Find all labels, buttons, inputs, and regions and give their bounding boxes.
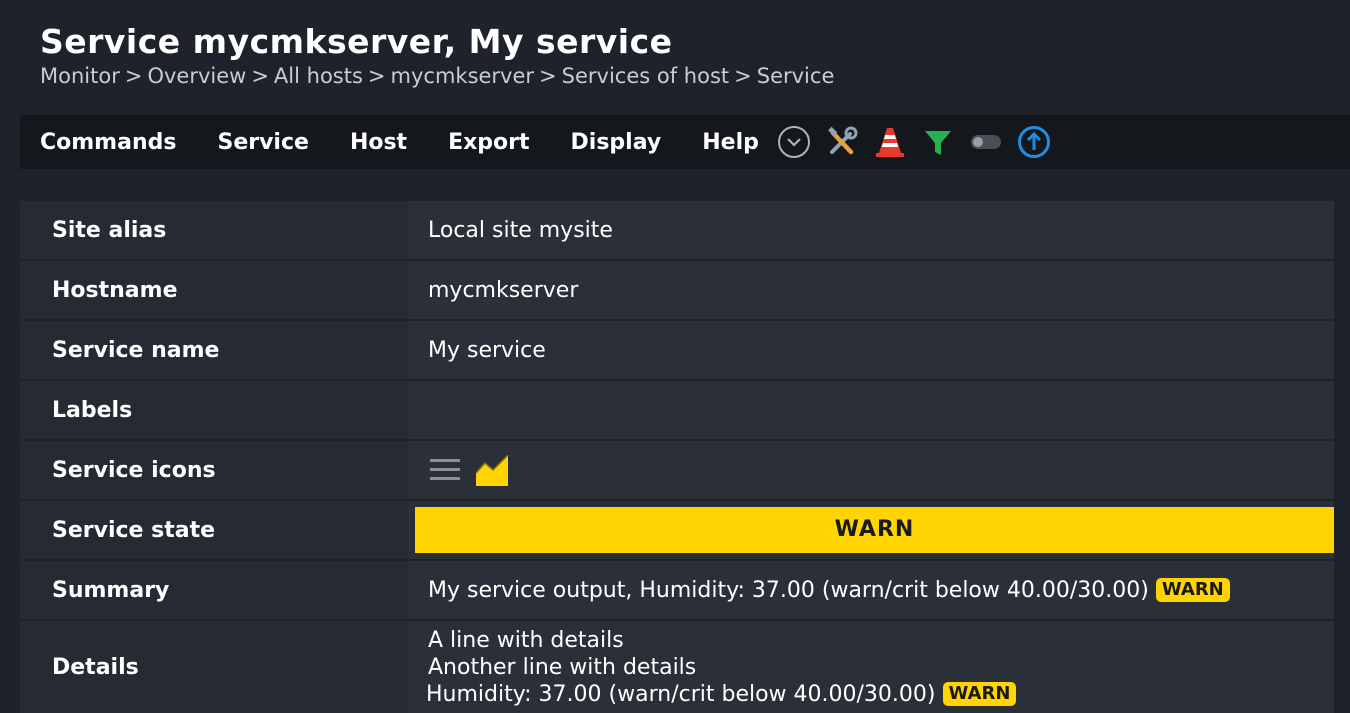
summary-value: My service output, Humidity: 37.00 (warn… [408,561,1334,621]
breadcrumb-service: Service [756,64,835,88]
row-service-name: Service name My service [20,321,1334,381]
details-line-1: A line with details [428,627,624,653]
breadcrumb-separator: > [367,64,386,88]
breadcrumb-separator: > [734,64,752,88]
site-alias-label: Site alias [20,201,408,261]
menu-service[interactable]: Service [217,130,308,155]
breadcrumb-separator: > [251,64,269,88]
service-view-page: Service mycmkserver, My service Monitor >… [0,0,1350,713]
service-state-cell: WARN [408,501,1334,561]
breadcrumb-host[interactable]: mycmkserver [391,64,535,88]
arrow-up-circle-icon[interactable] [1017,125,1051,159]
service-name-value: My service [408,321,1334,381]
menu-bar: Commands Service Host Export Display Hel… [20,115,1350,169]
menu-commands[interactable]: Commands [40,130,176,155]
service-info-table: Site alias Local site mysite Hostname my… [20,201,1334,713]
tools-icon[interactable] [825,125,859,159]
page-title: Service mycmkserver, My service [40,22,673,61]
details-line-3: Humidity: 37.00 (warn/crit below 40.00/3… [426,681,1334,708]
row-service-icons: Service icons [20,441,1334,501]
row-details: Details A line with details Another line… [20,621,1334,713]
service-icons-label: Service icons [20,441,408,501]
row-service-state: Service state WARN [20,501,1334,561]
menu-display[interactable]: Display [571,130,662,155]
row-hostname: Hostname mycmkserver [20,261,1334,321]
menu-icon-group [777,125,1065,159]
breadcrumb-services-of-host[interactable]: Services of host [562,64,729,88]
breadcrumb: Monitor > Overview > All hosts > mycmkserver > S… [40,64,834,88]
graph-icon[interactable] [475,453,509,487]
service-name-label: Service name [20,321,408,381]
service-state-badge: WARN [415,507,1334,553]
details-line-3-text: Humidity: 37.00 (warn/crit below 40.00/3… [426,681,936,707]
breadcrumb-monitor[interactable]: Monitor [40,64,120,88]
summary-text: My service output, Humidity: 37.00 (warn… [428,577,1149,603]
service-icons-value [408,441,1334,501]
toggle-switch-icon[interactable] [969,125,1003,159]
menu-host[interactable]: Host [350,130,407,155]
summary-label: Summary [20,561,408,621]
service-state-label: Service state [20,501,408,561]
site-alias-value: Local site mysite [408,201,1334,261]
breadcrumb-all-hosts[interactable]: All hosts [274,64,363,88]
breadcrumb-overview[interactable]: Overview [147,64,246,88]
breadcrumb-separator: > [539,64,557,88]
details-label: Details [20,621,408,713]
menu-export[interactable]: Export [448,130,529,155]
row-labels: Labels [20,381,1334,441]
chevron-down-circle-icon[interactable] [777,125,811,159]
details-warn-badge: WARN [942,681,1017,706]
labels-value [408,381,1334,441]
details-value: A line with details Another line with de… [408,621,1334,713]
summary-warn-badge: WARN [1155,577,1230,602]
menu-icon[interactable] [428,455,462,485]
hostname-label: Hostname [20,261,408,321]
hostname-value[interactable]: mycmkserver [408,261,1334,321]
details-line-2: Another line with details [428,654,697,680]
row-site-alias: Site alias Local site mysite [20,201,1334,261]
labels-label: Labels [20,381,408,441]
breadcrumb-separator: > [124,64,143,88]
traffic-cone-icon[interactable] [873,125,907,159]
row-summary: Summary My service output, Humidity: 37.… [20,561,1334,621]
filter-icon[interactable] [921,125,955,159]
menu-help[interactable]: Help [702,130,759,155]
